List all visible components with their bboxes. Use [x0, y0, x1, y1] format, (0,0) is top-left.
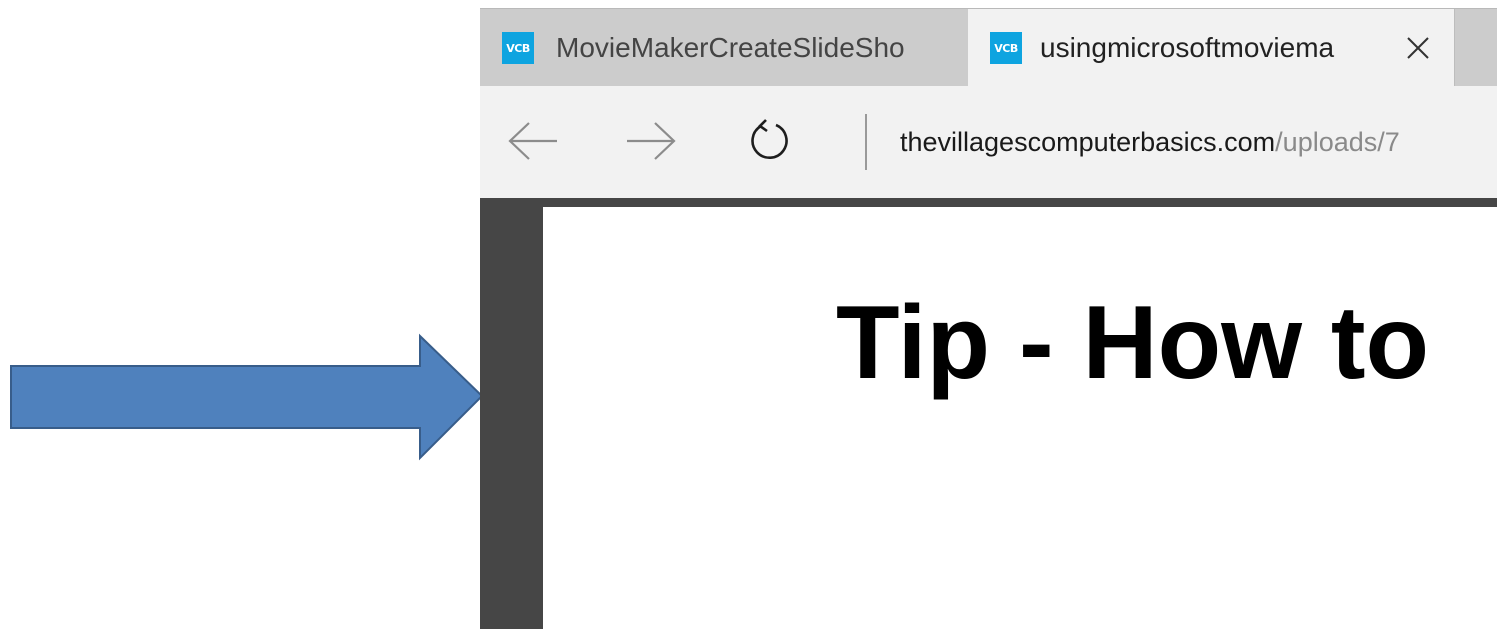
screenshot-stage: VCB MovieMakerCreateSlideSho VCB usingmi… [0, 0, 1497, 629]
tab-title: MovieMakerCreateSlideSho [556, 32, 905, 63]
browser-window: VCB MovieMakerCreateSlideSho VCB usingmi… [480, 8, 1497, 629]
tab-usingmicrosoftmoviemaker[interactable]: VCB usingmicrosoftmoviema [968, 9, 1454, 87]
refresh-button[interactable] [740, 111, 800, 171]
close-icon[interactable] [1398, 28, 1438, 68]
forward-button[interactable] [621, 111, 681, 171]
vcb-favicon-icon: VCB [990, 32, 1022, 64]
back-button[interactable] [503, 111, 563, 171]
tab-partial[interactable] [1454, 9, 1497, 87]
pdf-viewer[interactable]: Tip - How to [480, 198, 1497, 629]
toolbar-divider [865, 114, 867, 170]
url-path: /uploads/7 [1275, 126, 1400, 157]
refresh-icon [751, 119, 788, 160]
tab-moviemaker[interactable]: VCB MovieMakerCreateSlideSho [480, 9, 968, 87]
tab-title: usingmicrosoftmoviema [1040, 32, 1335, 63]
address-bar[interactable]: thevillagescomputerbasics.com/uploads/7 [900, 116, 1497, 168]
tab-strip: VCB MovieMakerCreateSlideSho VCB usingmi… [480, 8, 1497, 87]
document-title: Tip - How to [836, 285, 1430, 401]
url-domain: thevillagescomputerbasics.com [900, 126, 1276, 157]
arrow-right-icon [627, 122, 676, 160]
pdf-page: Tip - How to [543, 207, 1497, 629]
arrow-left-icon [508, 122, 557, 160]
navigation-bar: thevillagescomputerbasics.com/uploads/7 [480, 86, 1497, 198]
vcb-favicon-icon: VCB [502, 32, 534, 64]
